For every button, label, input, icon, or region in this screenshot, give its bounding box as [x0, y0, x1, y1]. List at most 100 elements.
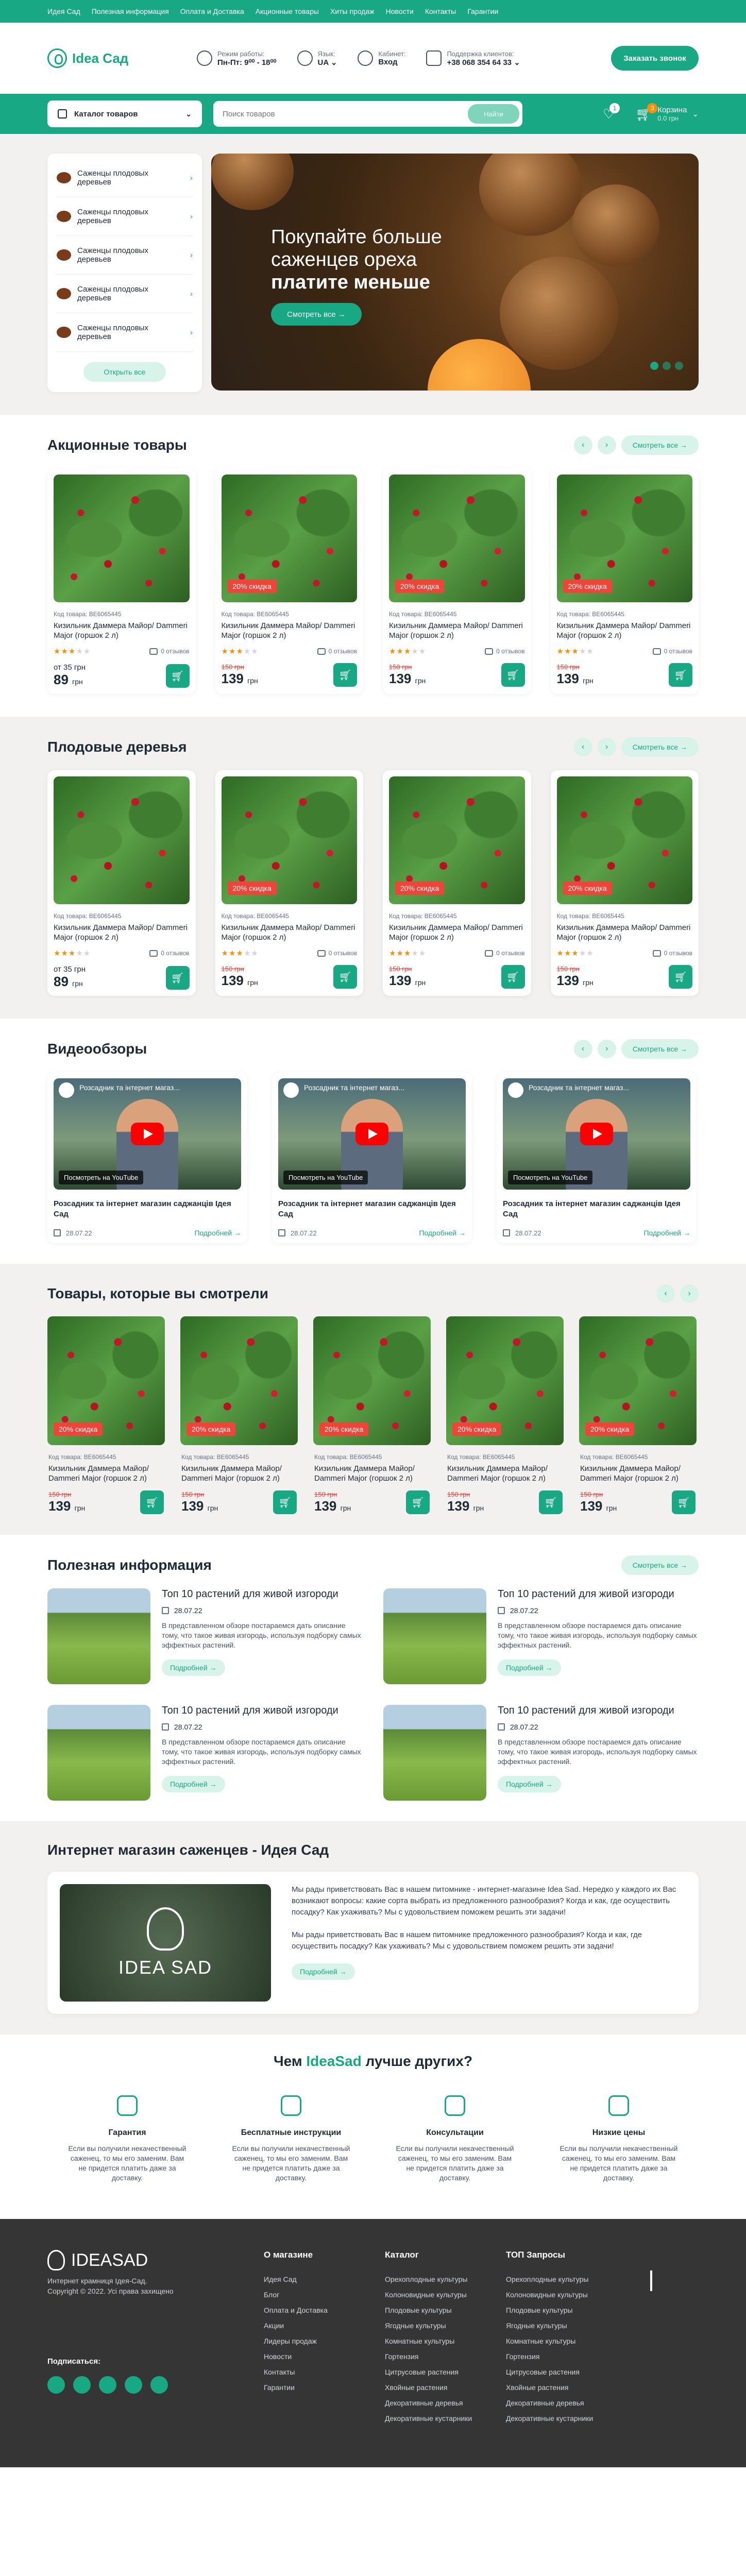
more-link[interactable]: Подробней →: [162, 1776, 225, 1792]
more-link[interactable]: Подробней →: [419, 1229, 466, 1237]
favorites-button[interactable]: ♡ 1: [603, 103, 620, 122]
footer-link[interactable]: Блог: [264, 2287, 385, 2302]
footer-link[interactable]: Плодовые культуры: [506, 2302, 624, 2318]
article-image[interactable]: [383, 1588, 486, 1684]
article-card[interactable]: Топ 10 растений для живой изгороди 28.07.…: [383, 1588, 699, 1684]
youtube-link[interactable]: Посмотреть на YouTube: [59, 1171, 144, 1184]
product-name[interactable]: Кизильник Даммера Майор/ Dammeri Major (…: [557, 923, 693, 942]
video-card[interactable]: Розсадник та інтернет магаз... Посмотреть…: [497, 1072, 697, 1243]
article-title[interactable]: Топ 10 растений для живой изгороди: [162, 1705, 363, 1717]
reviews-count[interactable]: 0 отзывов: [485, 950, 525, 957]
sidebar-item[interactable]: Саженцы плодовых деревьев ›: [57, 236, 193, 275]
video-thumbnail[interactable]: Розсадник та інтернет магаз... Посмотреть…: [278, 1078, 466, 1190]
instagram-icon[interactable]: [99, 2376, 116, 2394]
article-image[interactable]: [47, 1705, 150, 1801]
footer-link[interactable]: Цитрусовые растения: [506, 2364, 624, 2380]
topbar-link[interactable]: Оплата и Доставка: [180, 7, 244, 15]
product-card[interactable]: 20% скидка Код товара: BE6065445 Кизильник…: [47, 1316, 165, 1514]
topbar-link[interactable]: Контакты: [425, 7, 456, 15]
video-title[interactable]: Розсадник та інтернет магазин саджанців …: [54, 1199, 241, 1219]
footer-link[interactable]: Колоновидные культуры: [385, 2287, 506, 2302]
more-link[interactable]: Подробней →: [292, 1963, 355, 1980]
cabinet-login[interactable]: Кабинет: Вход: [358, 50, 405, 66]
add-to-cart-button[interactable]: 🛒︎: [672, 1490, 696, 1514]
slider-dot[interactable]: [650, 362, 658, 370]
youtube-link[interactable]: Посмотреть на YouTube: [283, 1171, 368, 1184]
reviews-count[interactable]: 0 отзывов: [149, 648, 190, 655]
footer-link[interactable]: Оплата и Доставка: [264, 2302, 385, 2318]
product-card[interactable]: 20% скидка Код товара: BE6065445 Кизильник…: [180, 1316, 298, 1514]
more-link[interactable]: Подробней →: [498, 1776, 561, 1792]
article-title[interactable]: Топ 10 растений для живой изгороди: [162, 1588, 363, 1600]
footer-link[interactable]: Лидеры продаж: [264, 2333, 385, 2349]
product-card[interactable]: Код товара: BE6065445 Кизильник Даммера М…: [47, 770, 196, 996]
footer-link[interactable]: Цитрусовые растения: [385, 2364, 506, 2380]
product-name[interactable]: Кизильник Даммера Майор/ Dammeri Major (…: [580, 1464, 696, 1483]
product-image[interactable]: [54, 474, 190, 602]
product-name[interactable]: Кизильник Даммера Майор/ Dammeri Major (…: [222, 621, 358, 640]
product-image[interactable]: 20% скидка: [221, 776, 357, 904]
reviews-count[interactable]: 0 отзывов: [149, 950, 190, 957]
catalog-button[interactable]: Каталог товаров ⌄: [47, 100, 202, 127]
see-all-button[interactable]: Смотреть все →: [621, 737, 699, 757]
article-title[interactable]: Топ 10 растений для живой изгороди: [498, 1588, 699, 1600]
see-all-button[interactable]: Смотреть все →: [621, 1039, 699, 1059]
footer-link[interactable]: Плодовые культуры: [385, 2302, 506, 2318]
article-image[interactable]: [47, 1588, 150, 1684]
footer-link[interactable]: Хвойные растения: [385, 2380, 506, 2395]
product-card[interactable]: 20% скидка Код товара: BE6065445 Кизильник…: [383, 468, 531, 694]
product-image[interactable]: 20% скидка: [313, 1316, 431, 1445]
search-button[interactable]: Найти: [468, 104, 519, 124]
article-image[interactable]: [383, 1705, 486, 1801]
article-title[interactable]: Топ 10 растений для живой изгороди: [498, 1705, 699, 1717]
youtube-icon[interactable]: [150, 2376, 168, 2394]
product-name[interactable]: Кизильник Даммера Майор/ Dammeri Major (…: [314, 1464, 430, 1483]
see-all-button[interactable]: Смотреть все →: [621, 435, 699, 455]
article-card[interactable]: Топ 10 растений для живой изгороди 28.07.…: [47, 1588, 363, 1684]
facebook-icon[interactable]: [47, 2376, 65, 2394]
reviews-count[interactable]: 0 отзывов: [652, 950, 692, 957]
footer-link[interactable]: Гортензия: [506, 2349, 624, 2364]
prev-arrow-button[interactable]: ‹: [573, 436, 592, 454]
product-card[interactable]: 20% скидка Код товара: BE6065445 Кизильник…: [313, 1316, 431, 1514]
footer-link[interactable]: Гортензия: [385, 2349, 506, 2364]
product-name[interactable]: Кизильник Даммера Майор/ Dammeri Major (…: [222, 923, 358, 942]
see-all-button[interactable]: Смотреть все →: [621, 1555, 699, 1575]
product-image[interactable]: 20% скидка: [579, 1316, 697, 1445]
more-link[interactable]: Подробней →: [643, 1229, 690, 1237]
slider-dot[interactable]: [675, 362, 683, 370]
viber-icon[interactable]: [73, 2376, 91, 2394]
hero-see-all-button[interactable]: Смотреть все →: [271, 303, 362, 326]
footer-link[interactable]: Контакты: [264, 2364, 385, 2380]
open-all-button[interactable]: Открыть все: [83, 362, 166, 382]
footer-logo[interactable]: IDEASAD: [47, 2250, 264, 2270]
play-icon[interactable]: [131, 1123, 164, 1145]
add-to-cart-button[interactable]: 🛒︎: [333, 965, 357, 989]
footer-link[interactable]: Орехоплодные культуры: [385, 2272, 506, 2287]
next-arrow-button[interactable]: ›: [597, 738, 616, 756]
scrollbar[interactable]: [650, 2270, 652, 2291]
next-arrow-button[interactable]: ›: [680, 1284, 699, 1303]
topbar-link[interactable]: Акционные товары: [256, 7, 319, 15]
language-selector[interactable]: Язык: UA ⌄: [297, 50, 337, 67]
topbar-link[interactable]: Идея Сад: [47, 7, 80, 15]
product-card[interactable]: 20% скидка Код товара: BE6065445 Кизильник…: [550, 468, 699, 694]
footer-link[interactable]: Гарантии: [264, 2380, 385, 2395]
article-card[interactable]: Топ 10 растений для живой изгороди 28.07.…: [47, 1705, 363, 1801]
footer-link[interactable]: Идея Сад: [264, 2272, 385, 2287]
product-image[interactable]: 20% скидка: [446, 1316, 564, 1445]
search-input[interactable]: [223, 109, 468, 118]
more-link[interactable]: Подробней →: [194, 1229, 241, 1237]
next-arrow-button[interactable]: ›: [597, 1040, 616, 1058]
footer-link[interactable]: Хвойные растения: [506, 2380, 624, 2395]
play-icon[interactable]: [355, 1123, 388, 1145]
sidebar-item[interactable]: Саженцы плодовых деревьев ›: [57, 275, 193, 313]
product-name[interactable]: Кизильник Даммера Майор/ Dammeri Major (…: [447, 1464, 563, 1483]
footer-link[interactable]: Колоновидные культуры: [506, 2287, 624, 2302]
product-card[interactable]: 20% скидка Код товара: BE6065445 Кизильник…: [550, 770, 699, 996]
footer-link[interactable]: Декоративные кустарники: [385, 2411, 506, 2426]
product-name[interactable]: Кизильник Даммера Майор/ Dammeri Major (…: [48, 1464, 164, 1483]
product-card[interactable]: 20% скидка Код товара: BE6065445 Кизильник…: [215, 770, 363, 996]
reviews-count[interactable]: 0 отзывов: [652, 648, 692, 655]
video-thumbnail[interactable]: Розсадник та інтернет магаз... Посмотреть…: [54, 1078, 241, 1190]
